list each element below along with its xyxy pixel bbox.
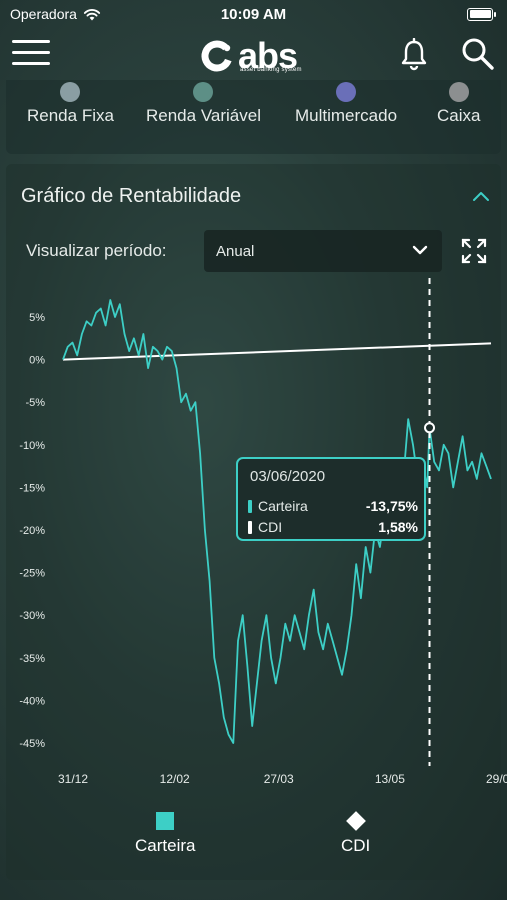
logo-subtitle: asset banking system — [240, 67, 302, 73]
tooltip-swatch — [248, 521, 252, 534]
app-logo: abs asset banking system — [200, 36, 310, 76]
expand-icon[interactable] — [461, 238, 487, 264]
allocation-legend: Renda Fixa Renda Variável Multimercado C… — [6, 80, 501, 154]
status-bar: Operadora 10:09 AM — [0, 0, 507, 28]
card-title: Gráfico de Rentabilidade — [21, 185, 242, 207]
battery-icon — [467, 7, 496, 21]
series-legend-label: CDI — [341, 836, 371, 855]
chevron-up-icon[interactable] — [472, 190, 490, 202]
series-legend-carteira[interactable]: Carteira — [135, 812, 195, 856]
logo-mark-icon — [201, 40, 233, 72]
period-select[interactable]: Anual — [204, 230, 442, 272]
notifications-bell-icon[interactable] — [398, 38, 430, 72]
legend-dot — [193, 82, 214, 102]
search-icon[interactable] — [460, 36, 496, 72]
legend-label: Renda Fixa — [27, 106, 114, 125]
legend-item-renda-variavel[interactable]: Renda Variável — [146, 82, 261, 126]
legend-label: Multimercado — [295, 106, 398, 125]
series-legend: Carteira CDI — [0, 808, 507, 858]
status-left: Operadora — [10, 6, 101, 22]
legend-dot — [60, 82, 81, 102]
allocation-legend-card: Renda Fixa Renda Variável Multimercado C… — [6, 80, 501, 154]
tooltip-series-name: Carteira — [258, 498, 308, 514]
nav-bar: abs asset banking system — [0, 28, 507, 80]
tooltip-series-value: 1,58% — [378, 519, 418, 535]
chevron-down-icon — [412, 245, 428, 255]
legend-label: Caixa — [437, 106, 481, 125]
chart-tooltip: 03/06/2020 Carteira -13,75% CDI 1,58% — [236, 457, 426, 541]
tooltip-series-value: -13,75% — [365, 498, 418, 514]
diamond-icon — [345, 811, 366, 831]
legend-dot — [448, 82, 469, 102]
legend-item-renda-fixa[interactable]: Renda Fixa — [27, 82, 114, 126]
menu-button[interactable] — [12, 40, 50, 68]
legend-item-caixa[interactable]: Caixa — [437, 82, 480, 126]
series-legend-cdi[interactable]: CDI — [341, 811, 371, 856]
tooltip-swatch — [248, 500, 252, 513]
legend-dot — [336, 82, 357, 102]
legend-item-multimercado[interactable]: Multimercado — [295, 82, 397, 126]
legend-label: Renda Variável — [146, 106, 261, 125]
tooltip-series-name: CDI — [258, 519, 283, 535]
period-select-value: Anual — [216, 243, 255, 260]
carrier-name: Operadora — [10, 6, 77, 22]
series-legend-label: Carteira — [135, 836, 196, 855]
wifi-icon — [83, 8, 101, 20]
square-icon — [156, 812, 175, 830]
period-label: Visualizar período: — [26, 241, 167, 260]
menu-icon — [12, 40, 50, 43]
tooltip-date: 03/06/2020 — [250, 468, 326, 485]
